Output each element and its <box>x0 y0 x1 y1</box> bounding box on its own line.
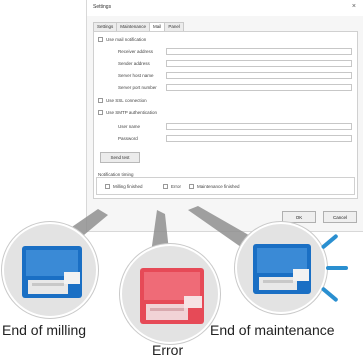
ray-middle <box>326 266 348 270</box>
milling-circle <box>2 222 98 318</box>
milling-machine-icon <box>22 246 82 298</box>
error-circle <box>120 244 220 344</box>
milling-machine-icon <box>140 268 204 324</box>
milling-machine-icon <box>253 244 311 294</box>
caption-end-of-milling: End of milling <box>2 322 87 338</box>
caption-end-of-maintenance: End of maintenance <box>210 322 335 338</box>
maintenance-circle <box>235 222 327 314</box>
